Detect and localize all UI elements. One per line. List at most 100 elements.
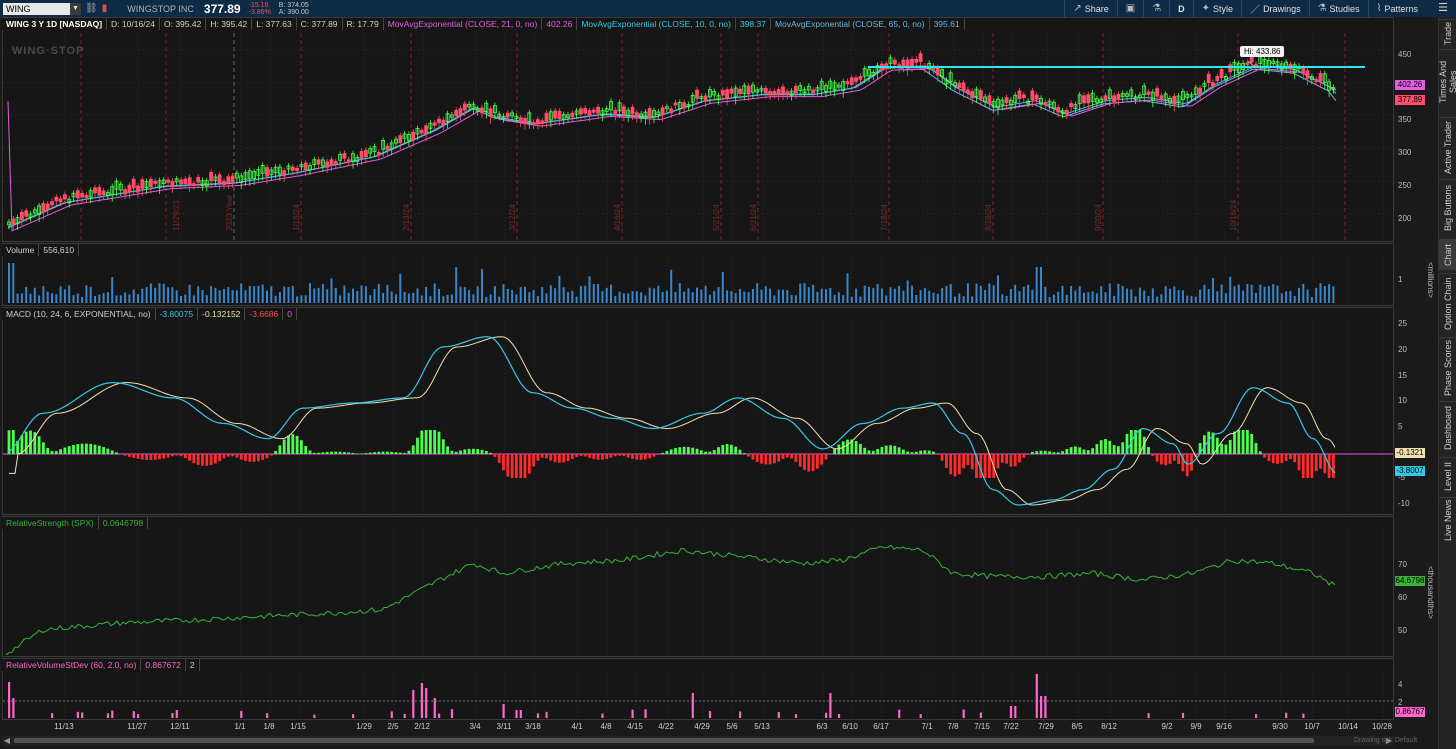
- volume-bar: [85, 285, 88, 303]
- macd-histogram-bar: [1039, 450, 1043, 454]
- macd-histogram-bar: [859, 443, 862, 454]
- volume-bar: [506, 288, 509, 303]
- side-tab-phase-scores[interactable]: Phase Scores: [1439, 337, 1456, 398]
- macd-chart[interactable]: [3, 321, 1393, 514]
- flag-icon[interactable]: ▮: [102, 3, 108, 14]
- volume-bar: [1212, 277, 1214, 303]
- volume-bar: [141, 288, 144, 303]
- candle-body: [978, 90, 983, 99]
- volume-bar: [498, 296, 501, 303]
- macd-histogram-bar: [166, 454, 170, 458]
- ema21-label[interactable]: MovAvgExponential (CLOSE, 21, 0, no): [384, 18, 543, 30]
- time-tick: 1/15: [290, 722, 306, 731]
- macd-histogram-bar: [1267, 454, 1271, 462]
- close-menu-icon[interactable]: ☰: [1434, 1, 1452, 15]
- symbol-input[interactable]: WING ▼: [3, 2, 81, 15]
- macd-histogram-bar: [1091, 448, 1094, 454]
- macd-histogram-bar: [579, 454, 583, 456]
- candle-body: [1043, 102, 1048, 106]
- macd-histogram-bar: [338, 451, 342, 454]
- volume-bar: [1237, 284, 1240, 303]
- macd-histogram-bar: [381, 451, 385, 454]
- volume-bar: [1001, 294, 1004, 303]
- ema10-label[interactable]: MovAvgExponential (CLOSE, 10, 0, no): [577, 18, 736, 30]
- volume-bar: [76, 293, 79, 303]
- symbol-dropdown-icon[interactable]: ▼: [70, 2, 81, 15]
- macd-histogram-bar: [377, 451, 381, 454]
- scroll-left-icon[interactable]: ◀: [2, 736, 12, 746]
- time-scrollbar[interactable]: ◀ ▶: [2, 736, 1394, 746]
- volume-bar: [760, 289, 763, 303]
- volume-bar: [614, 296, 617, 303]
- volume-bar: [1332, 286, 1335, 303]
- side-tab-big-buttons[interactable]: Big Buttons: [1439, 179, 1456, 236]
- scroll-thumb[interactable]: [14, 738, 1314, 743]
- macd-histogram-bar: [1160, 454, 1163, 465]
- candle-body: [1116, 93, 1121, 101]
- volume-bar: [708, 294, 711, 303]
- side-tab-option-chain[interactable]: Option Chain: [1439, 273, 1456, 334]
- candle-body: [50, 201, 54, 206]
- macd-title: MACD (10, 24, 6, EXPONENTIAL, no): [2, 308, 156, 320]
- macd-histogram-bar: [403, 452, 406, 454]
- side-tab-dashboard[interactable]: Dashboard: [1439, 401, 1456, 454]
- side-tab-times-and-sales[interactable]: Times And Sales: [1438, 49, 1456, 114]
- side-tab-trade[interactable]: Trade: [1439, 19, 1456, 46]
- candle-body: [849, 77, 854, 85]
- volume-bar: [898, 285, 901, 303]
- ema65-label[interactable]: MovAvgExponential (CLOSE, 65, 0, no): [771, 18, 930, 30]
- macd-histogram-bar: [334, 451, 338, 454]
- volume-bar: [1263, 286, 1266, 303]
- macd-histogram-bar: [631, 454, 634, 459]
- compare-button[interactable]: ▣: [1116, 0, 1143, 17]
- volume-bar: [489, 294, 492, 303]
- volume-chart[interactable]: [3, 257, 1393, 305]
- macd-histogram-bar: [816, 454, 819, 469]
- volume-bar: [820, 288, 823, 303]
- side-tab-chart[interactable]: Chart: [1439, 239, 1456, 270]
- share-label: Share: [1084, 3, 1109, 14]
- header-date: D: 10/16/24: [107, 18, 160, 30]
- studies-button[interactable]: ⚗ Studies: [1308, 0, 1368, 17]
- volume-bar: [941, 288, 944, 303]
- patterns-button[interactable]: ⌇ Patterns: [1367, 0, 1426, 17]
- toolbar: WING ▼ ⛓ ▮ WINGSTOP INC 377.89 -15.16 -3…: [0, 0, 1456, 17]
- volume-bar: [162, 283, 165, 303]
- volume-bar: [1224, 293, 1227, 303]
- time-tick: 7/29: [1038, 722, 1054, 731]
- macd-histogram-bar: [781, 454, 785, 459]
- macd-histogram-bar: [665, 450, 669, 454]
- drawings-button[interactable]: ／ Drawings: [1241, 0, 1309, 17]
- rvsd-chart[interactable]: [3, 672, 1393, 719]
- macd-histogram-bar: [433, 430, 437, 454]
- volume-bar: [167, 287, 170, 303]
- rs-chart[interactable]: [3, 530, 1393, 656]
- side-tab-live-news[interactable]: Live News: [1439, 497, 1456, 542]
- volume-bar: [231, 290, 234, 303]
- time-tick: 11/27: [127, 722, 147, 731]
- style-icon: ✦: [1201, 3, 1211, 14]
- volume-bar: [386, 284, 389, 303]
- volume-bar: [81, 296, 84, 303]
- volume-bar: [433, 283, 436, 303]
- lab-button[interactable]: ⚗: [1143, 0, 1169, 17]
- macd-histogram-bar: [863, 447, 867, 454]
- rvsd-tick: 4: [1398, 680, 1403, 689]
- volume-bar: [1160, 294, 1163, 303]
- candle-body: [75, 190, 80, 199]
- volume-bar: [691, 292, 694, 303]
- volume-bar: [1035, 267, 1038, 303]
- period-button[interactable]: D: [1169, 0, 1193, 17]
- side-tab-active-trader[interactable]: Active Trader: [1439, 117, 1456, 176]
- volume-bar: [782, 289, 784, 303]
- macd-histogram-bar: [1078, 447, 1082, 454]
- side-tab-level-ii[interactable]: Level II: [1439, 457, 1456, 494]
- candle-body: [1198, 87, 1202, 95]
- price-chart[interactable]: 11/29/23 2023 Year 1/16/24 2/13/24 3/12/24 4/…: [3, 33, 1393, 241]
- link-icon[interactable]: ⛓: [85, 3, 98, 14]
- macd-histogram-bar: [209, 454, 213, 466]
- share-button[interactable]: ↗ Share: [1064, 0, 1116, 17]
- volume-bar: [597, 283, 600, 303]
- macd-histogram-bar: [37, 436, 41, 454]
- style-button[interactable]: ✦ Style: [1192, 0, 1241, 17]
